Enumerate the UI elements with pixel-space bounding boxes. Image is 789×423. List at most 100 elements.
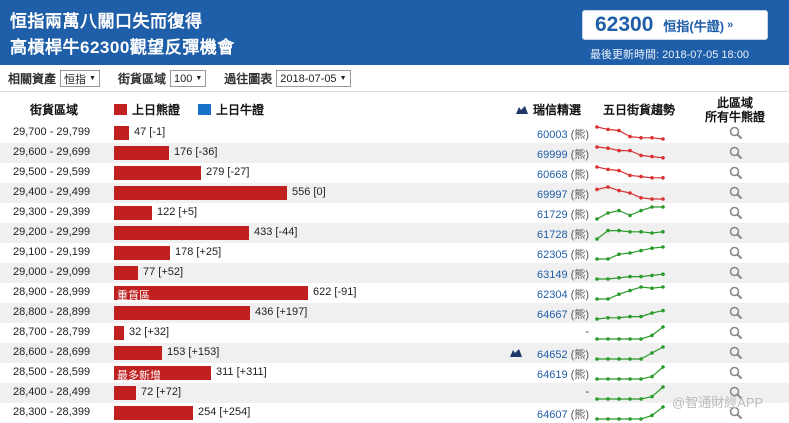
warrant-code[interactable]: 64652 [537, 349, 568, 361]
search-icon[interactable] [729, 186, 743, 200]
trend-point [661, 230, 665, 234]
table-row: 29,000 - 29,099 77 [+52] 63149 (熊) [0, 263, 789, 283]
bar-value-label: 436 [+197] [255, 306, 308, 318]
trend-point [595, 217, 599, 221]
warrant-code[interactable]: 69999 [537, 149, 568, 161]
trend-point [650, 154, 654, 159]
bear-bar [114, 146, 169, 160]
bar-tag: 最多新增 [117, 370, 161, 382]
trend-point [606, 211, 610, 215]
search-icon[interactable] [729, 326, 743, 340]
trend-point [639, 136, 643, 140]
last-updated: 最後更新時間: 2018-07-05 18:00 [590, 49, 749, 61]
issuer-cell: - [585, 326, 589, 338]
bar-value-label: 279 [-27] [206, 166, 250, 178]
bear-bar [114, 306, 250, 320]
trend-point [661, 308, 665, 313]
asset-select[interactable]: 恒指 ▼ [60, 70, 100, 87]
trend-point [661, 137, 665, 141]
trend-sparkline [595, 385, 665, 401]
trend-point [595, 317, 599, 321]
range-cell: 29,100 - 29,199 [13, 246, 91, 258]
legend-bear: 上日熊證 [114, 101, 180, 118]
warrant-code[interactable]: 63149 [537, 269, 568, 281]
issuer-cell[interactable]: 69999 (熊) [537, 146, 589, 162]
trend-point [617, 316, 621, 320]
warrant-code[interactable]: 64667 [537, 309, 568, 321]
warrant-code[interactable]: 61729 [537, 209, 568, 221]
search-icon[interactable] [729, 166, 743, 180]
issuer-cell[interactable]: 63149 (熊) [537, 266, 589, 282]
trend-point [606, 357, 610, 361]
warrant-code[interactable]: 69997 [537, 189, 568, 201]
range-cell: 29,200 - 29,299 [13, 226, 91, 238]
trend-point [639, 248, 643, 253]
bar-value-label: 32 [+32] [129, 326, 170, 338]
dropdown-arrow-icon: ▼ [339, 75, 347, 82]
warrant-type: (熊) [567, 169, 589, 181]
warrant-code[interactable]: 64607 [537, 409, 568, 421]
issuer-cell[interactable]: 61728 (熊) [537, 226, 589, 242]
issuer-cell[interactable]: 62305 (熊) [537, 246, 589, 262]
warrant-type: (熊) [567, 309, 589, 321]
table-row: 29,600 - 29,699 176 [-36] 69999 (熊) [0, 143, 789, 163]
trend-point [639, 230, 643, 234]
warrant-type: (熊) [567, 349, 589, 361]
issuer-cell[interactable]: 60003 (熊) [537, 126, 589, 142]
warrant-type: (熊) [567, 289, 589, 301]
trend-sparkline [595, 228, 665, 241]
trend-point [639, 196, 643, 200]
warrant-code[interactable]: 60668 [537, 169, 568, 181]
search-icon[interactable] [729, 346, 743, 360]
trend-point [628, 173, 632, 178]
trend-point [639, 174, 643, 179]
issuer-cell[interactable]: 64667 (熊) [537, 306, 589, 322]
quote-button[interactable]: 62300 恒指(牛證) » [582, 10, 768, 40]
trend-sparkline [595, 365, 665, 381]
trend-point [617, 208, 621, 213]
date-select-value: 2018-07-05 [280, 72, 337, 85]
search-icon[interactable] [729, 246, 743, 260]
trend-point [617, 292, 621, 296]
search-icon[interactable] [729, 366, 743, 380]
search-icon[interactable] [729, 226, 743, 240]
range-cell: 28,900 - 28,999 [13, 286, 91, 298]
search-icon[interactable] [729, 146, 743, 160]
warrant-code[interactable]: 61728 [537, 229, 568, 241]
warrant-code[interactable]: 62305 [537, 249, 568, 261]
warrant-type: (熊) [567, 269, 589, 281]
trend-point [617, 168, 621, 173]
trend-point [606, 397, 610, 401]
bear-bar [114, 266, 138, 280]
issuer-cell[interactable]: 60668 (熊) [537, 166, 589, 182]
trend-point [628, 134, 632, 139]
interval-select[interactable]: 100 ▼ [169, 70, 207, 87]
warrant-code[interactable]: 64619 [537, 369, 568, 381]
issuer-cell[interactable]: 64619 (熊) [537, 366, 589, 382]
trend-point [595, 357, 599, 361]
issuer-cell[interactable]: 62304 (熊) [537, 286, 589, 302]
trend-point [617, 377, 621, 381]
issuer-cell[interactable]: 69997 (熊) [537, 186, 589, 202]
trend-point [628, 337, 632, 341]
search-icon[interactable] [729, 286, 743, 300]
issuer-cell[interactable]: 64652 (熊) [537, 346, 589, 362]
search-icon[interactable] [729, 206, 743, 220]
warrant-code[interactable]: 62304 [537, 289, 568, 301]
issuer-cell[interactable]: 64607 (熊) [537, 406, 589, 422]
range-cell: 29,400 - 29,499 [13, 186, 91, 198]
trend-point [628, 314, 632, 319]
range-cell: 28,600 - 28,699 [13, 346, 91, 358]
search-icon[interactable] [729, 306, 743, 320]
warrant-code: - [585, 386, 589, 398]
issuer-cell[interactable]: 61729 (熊) [537, 206, 589, 222]
date-select[interactable]: 2018-07-05 ▼ [276, 70, 351, 87]
search-icon[interactable] [729, 266, 743, 280]
trend-point [628, 230, 632, 234]
search-icon[interactable] [729, 126, 743, 140]
trend-point [628, 213, 632, 218]
table-row: 28,600 - 28,699 153 [+153] 64652 (熊) [0, 343, 789, 363]
trend-point [661, 285, 665, 289]
asset-select-value: 恒指 [64, 73, 87, 86]
warrant-code[interactable]: 60003 [537, 129, 568, 141]
